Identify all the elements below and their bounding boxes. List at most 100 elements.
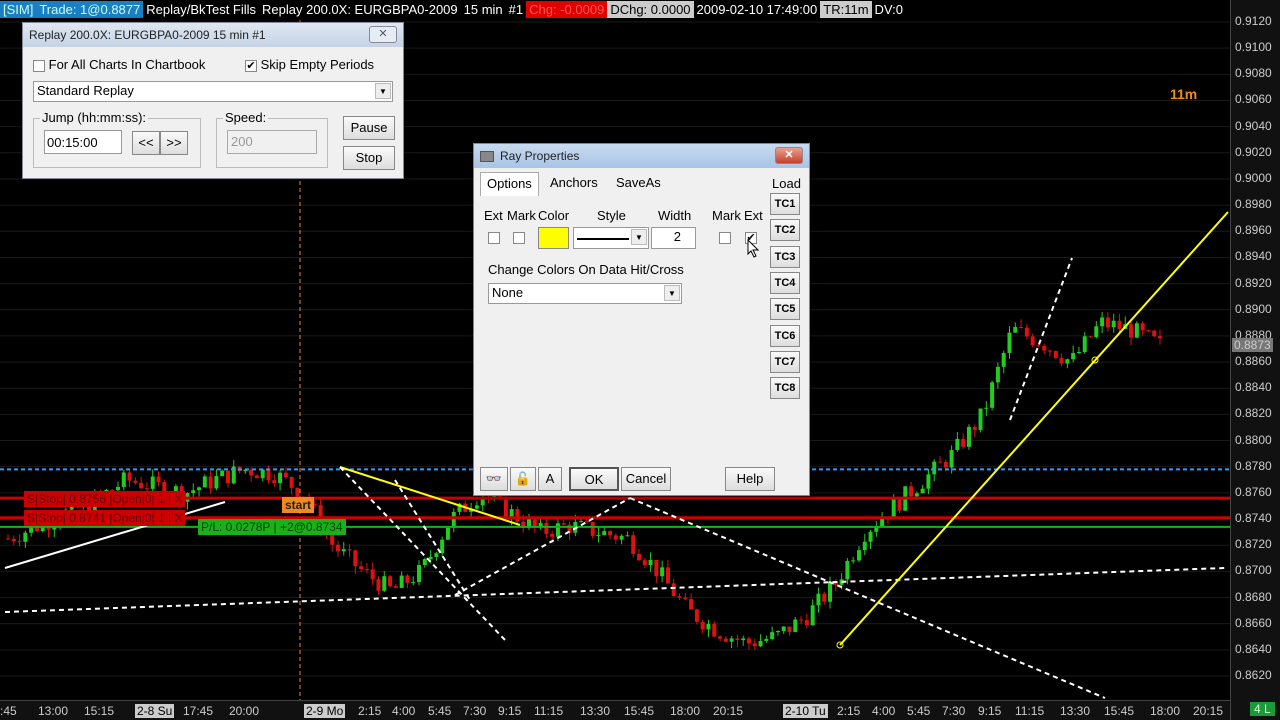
- candle: [1019, 327, 1024, 329]
- candle: [631, 535, 636, 554]
- time-tick: 7:30: [942, 704, 966, 718]
- candle: [735, 638, 740, 641]
- load-tc6-button[interactable]: TC6: [770, 324, 800, 347]
- candle: [17, 541, 22, 543]
- jump-forward-button[interactable]: >>: [160, 131, 188, 155]
- candle: [781, 626, 786, 632]
- chart-number: #1: [508, 2, 524, 17]
- candle: [984, 407, 989, 409]
- candle: [353, 550, 358, 567]
- speed-stepper[interactable]: 200: [227, 130, 317, 154]
- jump-time-input[interactable]: [44, 130, 122, 154]
- time-tick: 5:45: [907, 704, 931, 718]
- time-tick: 9:15: [498, 704, 522, 718]
- load-tc7-button[interactable]: TC7: [770, 350, 800, 373]
- help-button[interactable]: Help: [725, 467, 775, 491]
- load-tc4-button[interactable]: TC4: [770, 271, 800, 294]
- candle: [625, 535, 630, 537]
- time-tick: 2-10 Tu: [783, 704, 828, 718]
- time-tick: 4:00: [392, 704, 416, 718]
- window-icon: [480, 150, 494, 162]
- pause-button[interactable]: Pause: [343, 116, 395, 140]
- cancel-button[interactable]: Cancel: [621, 467, 671, 491]
- a-button[interactable]: A: [538, 467, 562, 491]
- time-tick: 9:15: [978, 704, 1002, 718]
- stop-button[interactable]: Stop: [343, 146, 395, 170]
- for-all-charts-checkbox[interactable]: For All Charts In Chartbook: [33, 57, 205, 72]
- ray-dialog-title: Ray Properties ✕: [474, 144, 809, 168]
- close-button[interactable]: ✕: [775, 147, 803, 164]
- replay-dialog-title: Replay 200.0X: EURGBPA0-2009 15 min #1 ✕: [23, 23, 403, 47]
- candle: [330, 533, 335, 545]
- candle: [474, 505, 479, 509]
- candle: [1071, 353, 1076, 360]
- candle: [445, 527, 450, 540]
- candle: [1152, 330, 1157, 337]
- candle: [804, 620, 809, 626]
- dv: DV:0: [874, 2, 903, 17]
- load-tc1-button[interactable]: TC1: [770, 193, 800, 215]
- candle: [671, 583, 676, 597]
- tab-saveas[interactable]: SaveAs: [610, 172, 667, 196]
- time-remaining: TR:11m: [820, 1, 872, 18]
- sim-badge: [SIM]: [0, 1, 37, 18]
- load-tc8-button[interactable]: TC8: [770, 377, 800, 400]
- candle: [208, 476, 213, 489]
- mark-checkbox[interactable]: [513, 232, 525, 244]
- candle: [150, 476, 155, 489]
- time-tick: 18:00: [1150, 704, 1181, 718]
- candle: [1105, 317, 1110, 328]
- stop-order-tag[interactable]: S|Stop| 0.8756 |Open|0| 1 | X: [24, 491, 186, 507]
- candle: [1129, 324, 1134, 338]
- width-stepper[interactable]: 2: [651, 227, 696, 249]
- price-tick: 0.8900: [1235, 301, 1272, 316]
- candle: [133, 480, 138, 483]
- glasses-icon: 👓: [485, 471, 503, 486]
- chevron-down-icon[interactable]: ▼: [631, 229, 647, 245]
- change-colors-select[interactable]: None ▼: [488, 283, 682, 304]
- stop-order-tag[interactable]: S|Stop| 0.8741 |Open|0| 1 | X: [24, 510, 186, 526]
- chevron-down-icon[interactable]: ▼: [375, 83, 391, 99]
- candle: [6, 538, 10, 540]
- lock-button[interactable]: 🔓: [510, 467, 536, 491]
- candle: [712, 623, 717, 637]
- time-axis[interactable]: :45 13:00 15:15 2-8 Su 17:45 20:00 2-9 Mo 2:15 4…: [0, 700, 1230, 720]
- candle: [949, 450, 954, 468]
- select-value: None: [492, 285, 524, 300]
- time-tick: 15:45: [624, 704, 655, 718]
- candle: [364, 569, 369, 571]
- line-style-select[interactable]: ▼: [573, 227, 649, 249]
- tab-anchors[interactable]: Anchors: [544, 172, 604, 196]
- checkbox-icon[interactable]: ✔: [245, 59, 257, 72]
- load-tc5-button[interactable]: TC5: [770, 298, 800, 321]
- datetime: 2009-02-10 17:49:00: [696, 2, 818, 17]
- candle: [417, 565, 422, 583]
- candle: [289, 476, 294, 488]
- color-swatch[interactable]: [538, 227, 569, 249]
- candle: [926, 474, 931, 489]
- candle: [799, 619, 804, 621]
- close-button[interactable]: ✕: [369, 26, 397, 43]
- load-tc2-button[interactable]: TC2: [770, 219, 800, 242]
- candle: [225, 470, 230, 484]
- replay-mode-select[interactable]: Standard Replay ▼: [33, 81, 393, 102]
- ok-button[interactable]: OK: [569, 467, 619, 491]
- time-tick: 2:15: [837, 704, 861, 718]
- glasses-button[interactable]: 👓: [480, 467, 508, 491]
- tab-options[interactable]: Options: [480, 172, 539, 196]
- ext-checkbox[interactable]: [488, 232, 500, 244]
- candle: [810, 605, 815, 626]
- candle: [741, 638, 746, 641]
- candle: [764, 638, 769, 641]
- chevron-down-icon[interactable]: ▼: [664, 285, 680, 301]
- checkbox-icon[interactable]: [33, 59, 45, 72]
- time-tick: 2-8 Su: [135, 704, 175, 718]
- candle: [654, 559, 659, 577]
- mark-ext-checkbox[interactable]: [719, 232, 731, 244]
- time-tick: 13:30: [580, 704, 611, 718]
- price-axis[interactable]: 0.9120 0.9100 0.9080 0.9060 0.9040 0.9020 0.90…: [1230, 0, 1280, 720]
- candle: [914, 493, 919, 497]
- jump-back-button[interactable]: <<: [132, 131, 160, 155]
- load-tc3-button[interactable]: TC3: [770, 245, 800, 268]
- skip-empty-checkbox[interactable]: ✔ Skip Empty Periods: [245, 57, 374, 72]
